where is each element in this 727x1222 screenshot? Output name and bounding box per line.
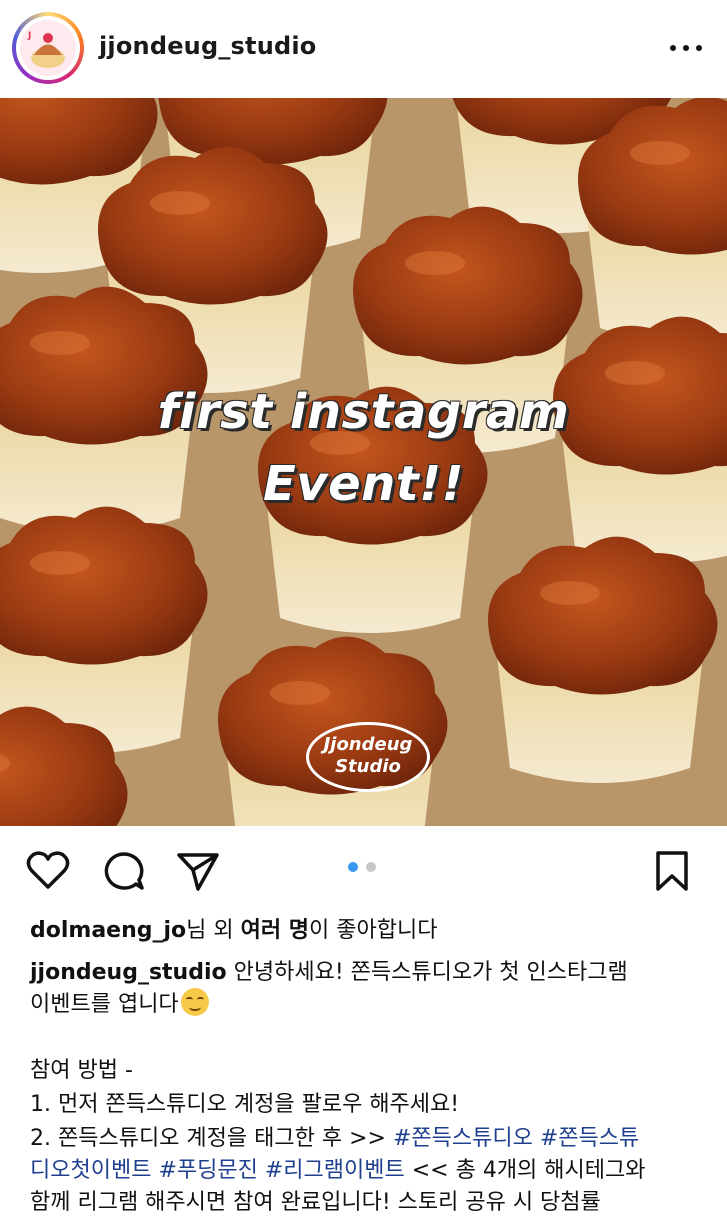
hashtag-link[interactable]: #쫀득스튜	[540, 1126, 639, 1151]
hashtag-link[interactable]: #리그램이벤트	[265, 1158, 405, 1183]
overlay-title-line2: Event!!	[262, 456, 465, 512]
post-author-username[interactable]: jjondeug_studio	[99, 32, 317, 60]
hashtag-link[interactable]: #쫀득스튜디오	[393, 1126, 533, 1151]
overlay-title-line1: first instagram	[157, 384, 570, 440]
post-action-bar	[0, 826, 727, 916]
save-bookmark-icon[interactable]	[654, 850, 690, 892]
story-ring[interactable]: J	[12, 12, 84, 84]
liker-username[interactable]: dolmaeng_jo	[30, 918, 186, 943]
post-header: J jjondeug_studio	[0, 0, 727, 98]
caption-author[interactable]: jjondeug_studio	[30, 960, 227, 985]
share-send-icon[interactable]	[176, 850, 220, 892]
logo-text-line2: Studio	[335, 756, 401, 777]
likers-link[interactable]: 여러 명	[241, 918, 309, 943]
carousel-dot	[366, 862, 376, 872]
caption-line-4: 1. 먼저 쫀득스튜디오 계정을 팔로우 해주세요!	[30, 1092, 460, 1117]
caption-line-2: 이벤트를 엽니다	[30, 986, 209, 1024]
svg-text:J: J	[27, 31, 31, 41]
more-options-icon[interactable]	[668, 38, 704, 58]
carousel-dot-active	[348, 862, 358, 872]
smiling-face-icon	[180, 988, 209, 1016]
hashtag-link[interactable]: 디오첫이벤트	[30, 1158, 151, 1183]
post-image[interactable]: first instagram Event!! Jjondeug Studio	[0, 98, 727, 826]
comment-icon[interactable]	[102, 850, 146, 892]
studio-logo: Jjondeug Studio	[306, 722, 430, 792]
likes-line: dolmaeng_jo님 외 여러 명이 좋아합니다	[30, 918, 438, 943]
hashtag-link[interactable]: #푸딩문진	[158, 1158, 257, 1183]
avatar[interactable]: J	[20, 20, 76, 76]
caption-line-3: 참여 방법 -	[30, 1058, 133, 1083]
logo-text-line1: Jjondeug	[323, 734, 413, 755]
like-heart-icon[interactable]	[26, 850, 70, 890]
carousel-indicator	[348, 862, 380, 874]
caption-line-7: 함께 리그램 해주시면 참여 완료입니다! 스토리 공유 시 당첨률	[30, 1190, 601, 1215]
